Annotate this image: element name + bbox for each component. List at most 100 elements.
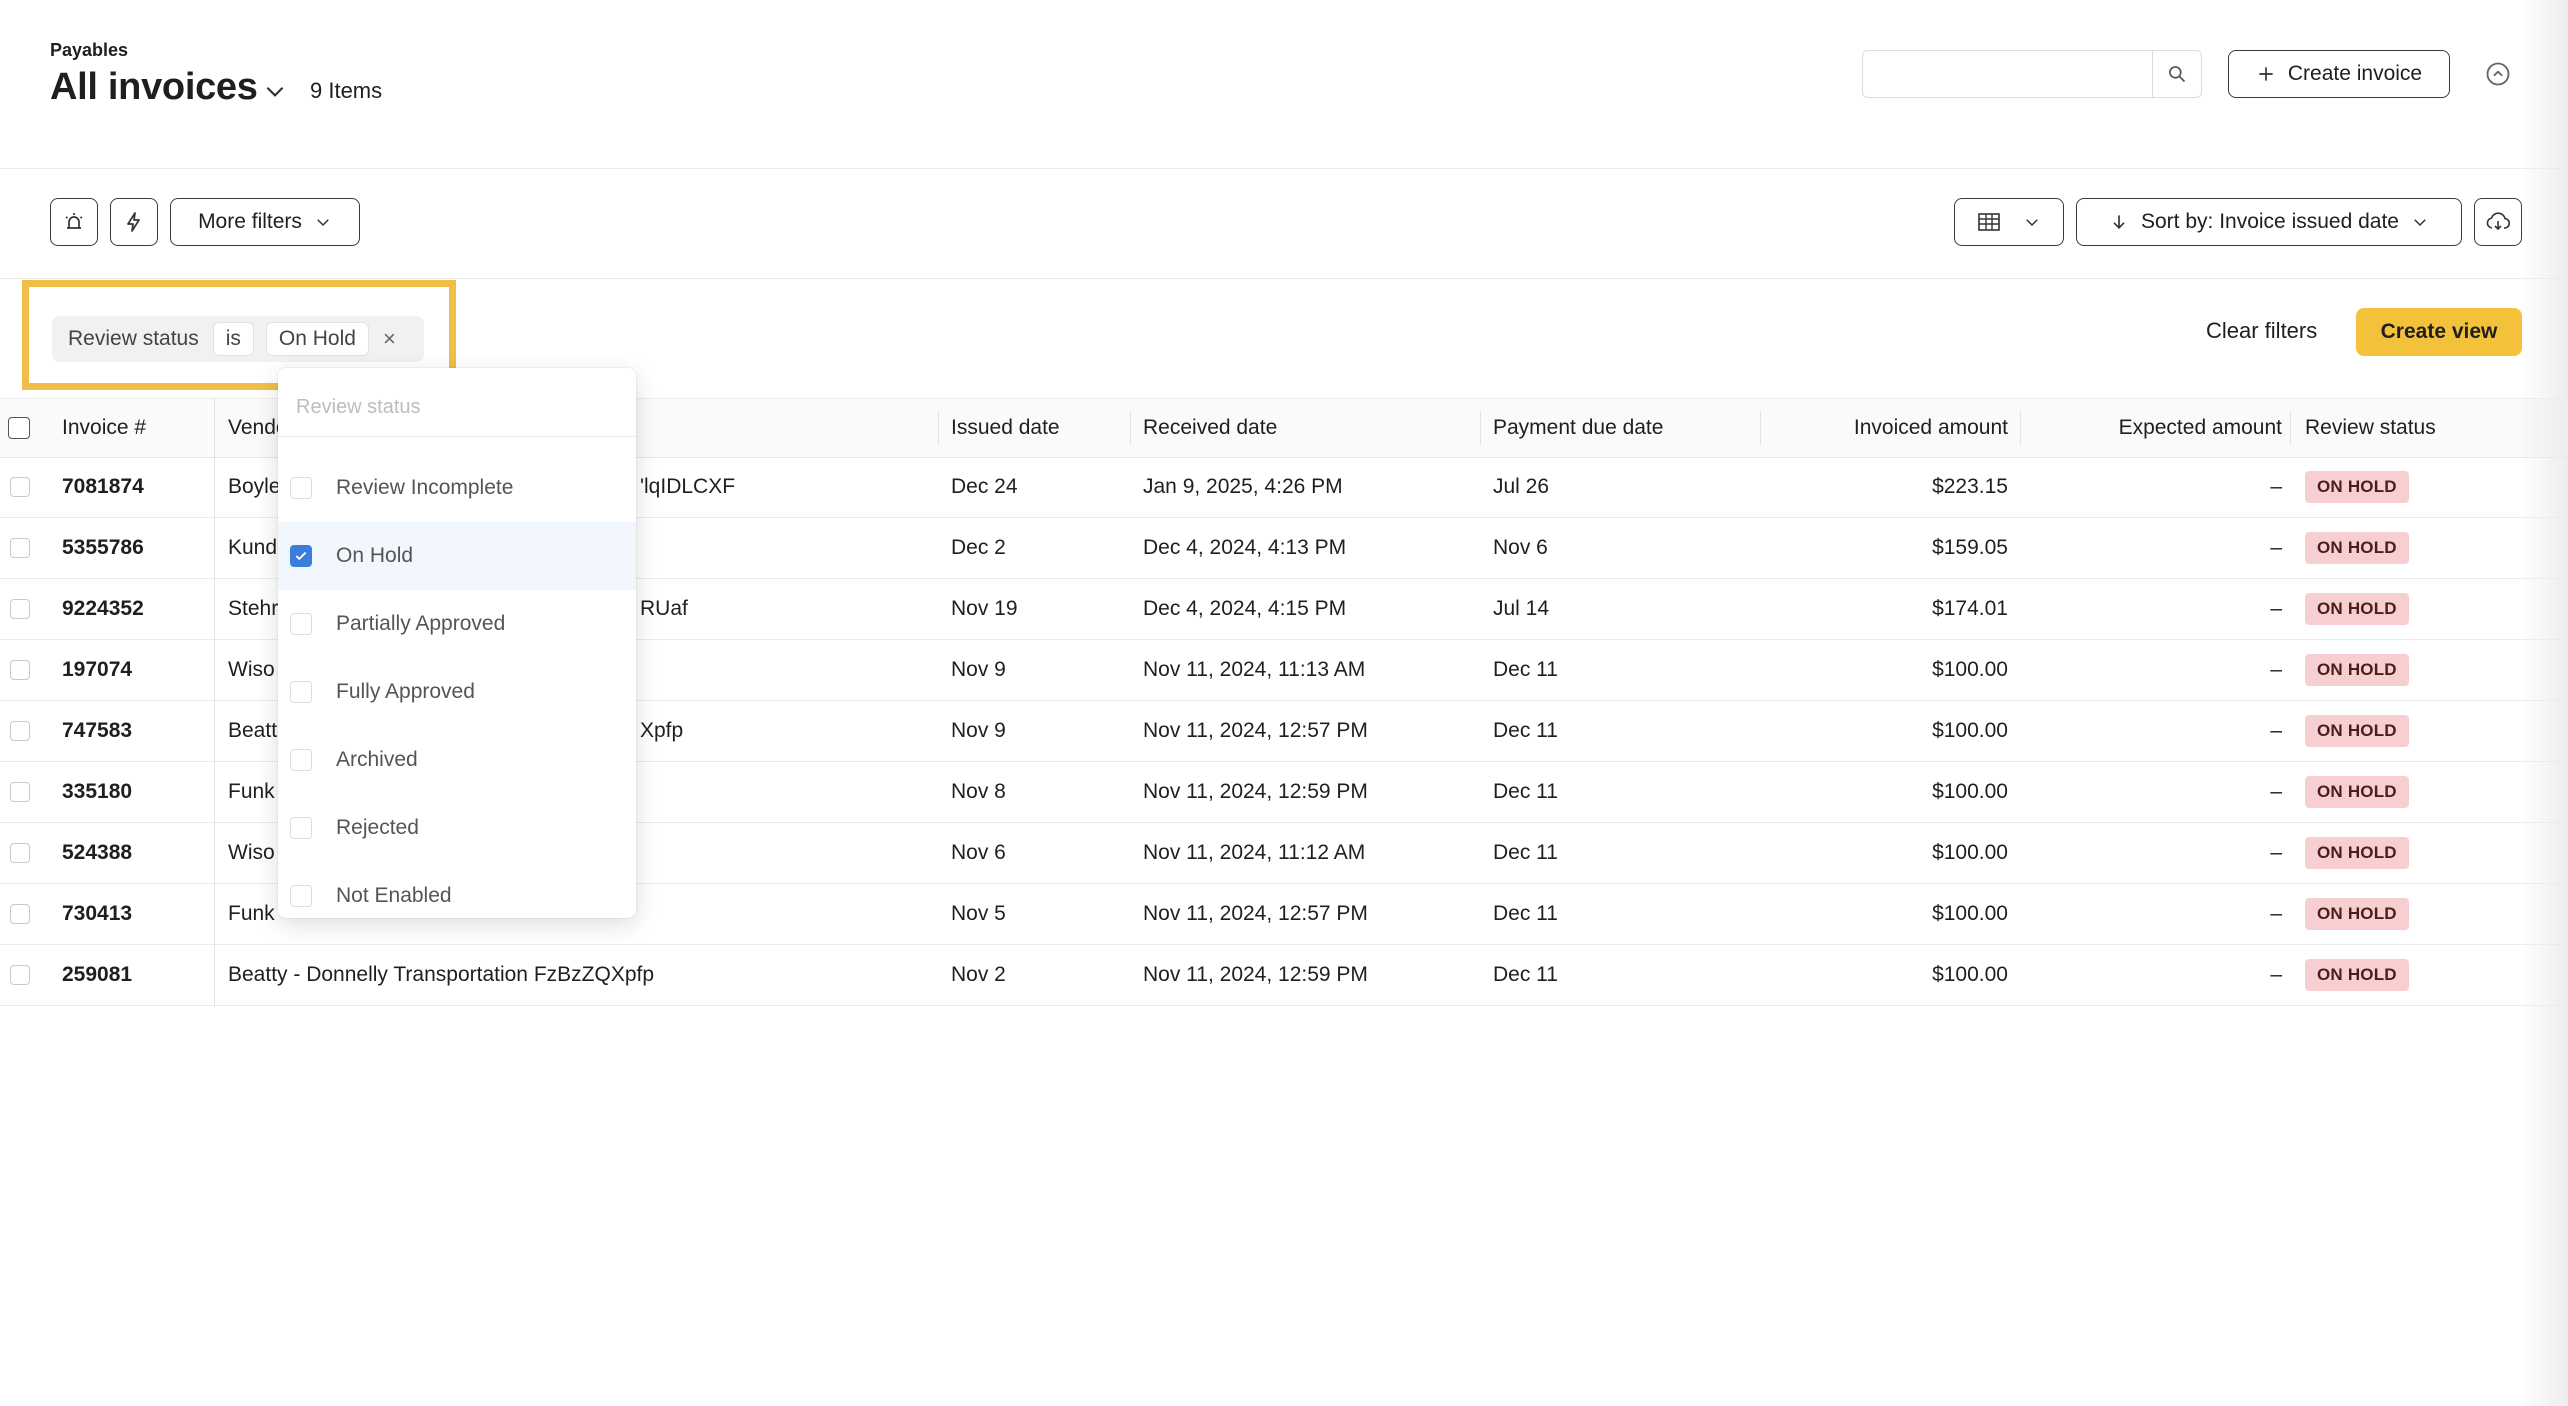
dropdown-option[interactable]: On Hold — [278, 522, 636, 590]
row-checkbox[interactable] — [10, 720, 30, 741]
dropdown-option[interactable]: Partially Approved — [278, 590, 636, 658]
dropdown-option[interactable]: Rejected — [278, 794, 636, 862]
row-checkbox[interactable] — [10, 903, 30, 924]
invoice-number[interactable]: 7081874 — [62, 456, 144, 517]
create-invoice-button[interactable]: Create invoice — [2228, 50, 2450, 98]
view-toggle-button[interactable] — [1954, 198, 2064, 246]
invoice-number[interactable]: 747583 — [62, 700, 132, 761]
row-checkbox-cell[interactable] — [10, 700, 30, 761]
vendor-name[interactable]: Stehr — [228, 578, 278, 639]
search-button[interactable] — [2152, 51, 2201, 97]
col-received-date[interactable]: Received date — [1143, 399, 1277, 457]
more-filters-button[interactable]: More filters — [170, 198, 360, 246]
checkbox[interactable] — [290, 885, 312, 907]
col-invoiced-amount[interactable]: Invoiced amount — [1760, 399, 2008, 457]
dropdown-option[interactable]: Review Incomplete — [278, 454, 636, 522]
row-checkbox-cell[interactable] — [10, 761, 30, 822]
row-checkbox-cell[interactable] — [10, 944, 30, 1005]
vendor-name[interactable]: Beatt — [228, 700, 277, 761]
expected-amount: – — [2270, 474, 2282, 498]
invoice-number[interactable]: 5355786 — [62, 517, 144, 578]
vendor-name[interactable]: Funk — [228, 761, 275, 822]
payment-due-date: Dec 11 — [1493, 962, 1558, 986]
row-checkbox[interactable] — [10, 964, 30, 985]
row-checkbox-cell[interactable] — [10, 517, 30, 578]
row-checkbox-cell[interactable] — [10, 883, 30, 944]
row-checkbox-cell[interactable] — [10, 578, 30, 639]
review-status-cell: ON HOLD — [2305, 578, 2409, 639]
checkbox[interactable] — [290, 749, 312, 771]
invoice-number[interactable]: 335180 — [62, 761, 132, 822]
col-expected-amount[interactable]: Expected amount — [2020, 399, 2282, 457]
row-checkbox[interactable] — [10, 842, 30, 863]
invoice-number[interactable]: 730413 — [62, 883, 132, 944]
col-invoice[interactable]: Invoice # — [62, 399, 146, 457]
row-checkbox-cell[interactable] — [10, 822, 30, 883]
column-separator — [1130, 411, 1131, 445]
row-checkbox[interactable] — [10, 476, 30, 497]
checkbox[interactable] — [290, 477, 312, 499]
row-checkbox[interactable] — [10, 781, 30, 802]
issued-date: Nov 8 — [951, 779, 1006, 803]
alert-filter-button[interactable] — [50, 198, 98, 246]
create-view-button[interactable]: Create view — [2356, 308, 2522, 356]
select-all-checkbox-cell[interactable] — [8, 399, 30, 457]
vendor-name[interactable]: Funk — [228, 883, 275, 944]
search-input[interactable] — [1863, 51, 2177, 97]
payment-due-date: Nov 6 — [1493, 535, 1548, 559]
collapse-circle-icon[interactable] — [2484, 60, 2512, 88]
cloud-download-icon — [2486, 212, 2511, 231]
dropdown-option[interactable]: Fully Approved — [278, 658, 636, 726]
checkbox[interactable] — [290, 681, 312, 703]
siren-icon — [65, 213, 83, 229]
arrow-down-icon — [2113, 215, 2125, 230]
checkbox-checked[interactable] — [290, 545, 312, 567]
issued-date: Nov 9 — [951, 657, 1006, 681]
invoice-number[interactable]: 9224352 — [62, 578, 144, 639]
issued-date: Nov 6 — [951, 840, 1006, 864]
vendor-name[interactable]: Beatty - Donnelly Transportation FzBzZQX… — [228, 944, 654, 1005]
invoice-number[interactable]: 197074 — [62, 639, 132, 700]
dropdown-option[interactable]: Archived — [278, 726, 636, 794]
clear-filters-link[interactable]: Clear filters — [2206, 318, 2317, 344]
expected-amount: – — [2270, 962, 2282, 986]
chevron-down-icon[interactable] — [262, 78, 288, 104]
sort-button[interactable]: Sort by: Invoice issued date — [2076, 198, 2462, 246]
vendor-name[interactable]: Wiso — [228, 822, 275, 883]
invoice-number[interactable]: 524388 — [62, 822, 132, 883]
vendor-name[interactable]: Wiso — [228, 639, 275, 700]
column-separator — [938, 411, 939, 445]
payment-due-date: Dec 11 — [1493, 901, 1558, 925]
col-issued-date[interactable]: Issued date — [951, 399, 1060, 457]
issued-date: Nov 19 — [951, 596, 1018, 620]
issued-date: Dec 2 — [951, 535, 1006, 559]
select-all-checkbox[interactable] — [8, 417, 30, 439]
checkbox[interactable] — [290, 613, 312, 635]
col-review-status[interactable]: Review status — [2305, 399, 2436, 457]
status-badge: ON HOLD — [2305, 775, 2409, 808]
row-checkbox[interactable] — [10, 537, 30, 558]
review-status-cell: ON HOLD — [2305, 456, 2409, 517]
quick-filter-button[interactable] — [110, 198, 158, 246]
table-row[interactable]: 259081 Beatty - Donnelly Transportation F… — [0, 944, 2568, 1006]
vendor-name[interactable]: Kund — [228, 517, 277, 578]
col-payment-due-date[interactable]: Payment due date — [1493, 399, 1663, 457]
row-checkbox-cell[interactable] — [10, 639, 30, 700]
dropdown-option[interactable]: Not Enabled — [278, 862, 636, 930]
expected-amount: – — [2270, 596, 2282, 620]
vendor-name-tail: RUaf — [640, 596, 688, 620]
vendor-name-tail: 'lqIDLCXF — [640, 474, 736, 498]
row-checkbox-cell[interactable] — [10, 456, 30, 517]
dropdown-search-input[interactable] — [294, 386, 618, 428]
row-checkbox[interactable] — [10, 659, 30, 680]
dropdown-option-label: On Hold — [336, 544, 414, 567]
invoice-number[interactable]: 259081 — [62, 944, 132, 1005]
payment-due-date: Dec 11 — [1493, 718, 1558, 742]
row-checkbox[interactable] — [10, 598, 30, 619]
checkbox[interactable] — [290, 817, 312, 839]
table-grid-icon — [1978, 213, 2000, 231]
download-button[interactable] — [2474, 198, 2522, 246]
invoiced-amount: $100.00 — [1932, 901, 2008, 925]
column-separator — [2290, 411, 2291, 445]
vendor-name[interactable]: Boyle — [228, 456, 281, 517]
